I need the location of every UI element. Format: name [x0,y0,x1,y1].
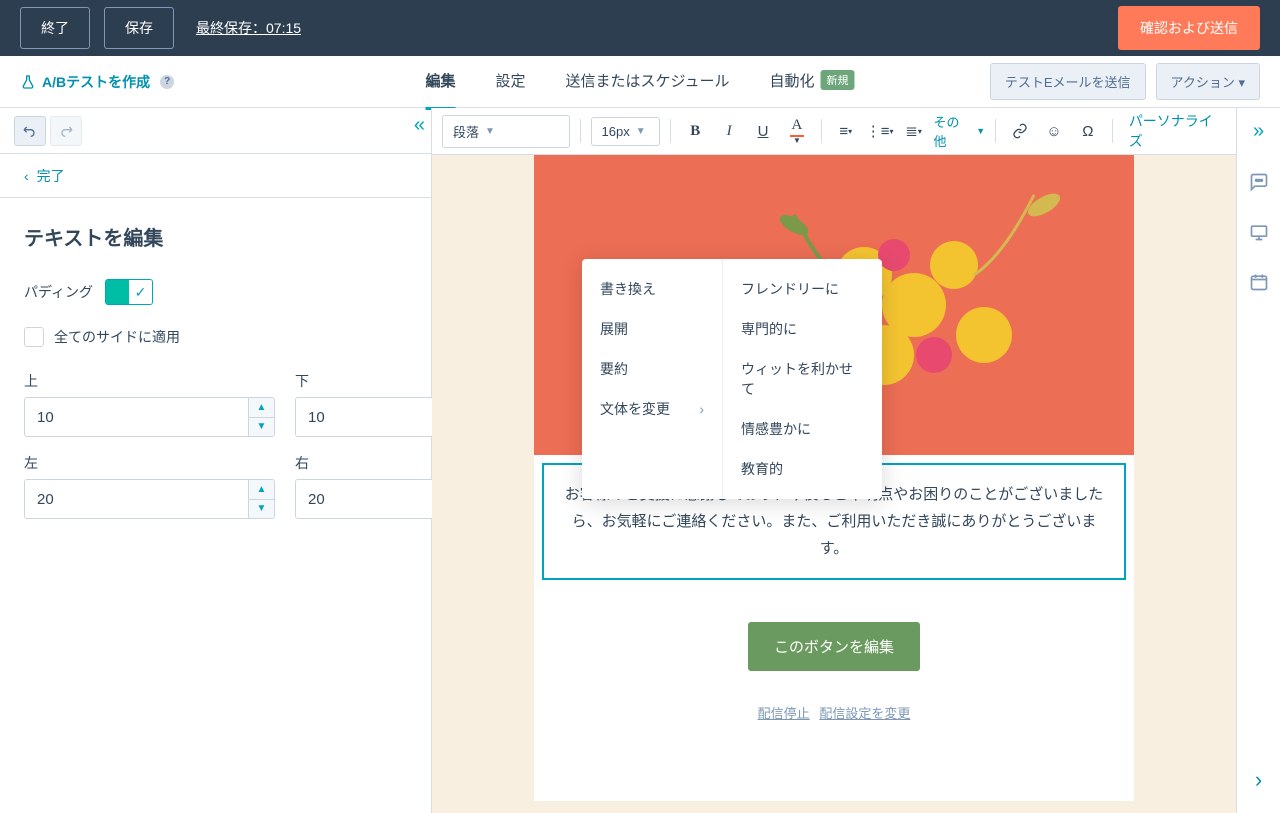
ctx-witty[interactable]: ウィットを利かせて [723,349,882,409]
apply-all-label: 全てのサイドに適用 [54,327,180,347]
stepper-down[interactable]: ▼ [249,418,274,437]
stepper-up[interactable]: ▲ [249,480,274,500]
save-button[interactable]: 保存 [104,7,174,49]
chevron-left-icon: ‹ [24,168,29,184]
ai-context-menu: 書き換え 展開 要約 文体を変更 › フレンドリーに 専門的に ウィットを利かせ… [582,259,882,499]
redo-button[interactable] [50,116,82,146]
new-badge: 新規 [821,70,855,90]
right-rail: » › [1236,108,1280,813]
personalize-link[interactable]: パーソナライズ [1129,111,1226,151]
collapse-left-icon[interactable]: « [414,114,425,137]
padding-left-input[interactable] [25,480,248,518]
rich-text-toolbar: 段落▼ 16px▼ B I U A▼ ≡▾ ⋮≡▾ ≣▾ その他 ▼ ☺ Ω パ… [432,108,1236,155]
undo-icon [22,123,38,139]
omega-button[interactable]: Ω [1074,117,1102,145]
cta-button[interactable]: このボタンを編集 [748,622,920,671]
email-footer: 配信停止 配信設定を変更 [534,695,1134,748]
link-icon [1012,123,1028,139]
editor-area: 段落▼ 16px▼ B I U A▼ ≡▾ ⋮≡▾ ≣▾ その他 ▼ ☺ Ω パ… [432,108,1236,813]
undo-redo-bar: « [0,108,431,154]
devices-icon[interactable] [1248,221,1270,243]
last-saved-text[interactable]: 最終保存：07:15 [196,18,301,38]
italic-button[interactable]: I [715,117,743,145]
comments-icon[interactable] [1248,171,1270,193]
more-dropdown[interactable]: その他 ▼ [933,112,985,150]
info-icon[interactable]: ? [160,75,174,89]
ctx-change-style[interactable]: 文体を変更 › [582,389,722,429]
emoji-button[interactable]: ☺ [1040,117,1068,145]
tab-automation[interactable]: 自動化 新規 [769,54,854,110]
calendar-icon[interactable] [1248,271,1270,293]
panel-title: テキストを編集 [24,222,407,251]
check-icon: ✓ [135,284,147,301]
number-list-button[interactable]: ≣▾ [900,117,928,145]
fontsize-select[interactable]: 16px▼ [591,117,661,146]
sub-nav: A/Bテストを作成 ? 編集 設定 送信またはスケジュール 自動化 新規 テスト… [0,56,1280,108]
text-color-button[interactable]: A▼ [783,117,811,145]
main-tabs: 編集 設定 送信またはスケジュール 自動化 新規 [426,54,855,110]
ctx-rewrite[interactable]: 書き換え [582,269,722,309]
ab-test-link[interactable]: A/Bテストを作成 ? [20,72,174,92]
tab-send-schedule[interactable]: 送信またはスケジュール [566,54,730,110]
stepper-up[interactable]: ▲ [249,398,274,418]
paragraph-select[interactable]: 段落▼ [442,115,570,148]
change-settings-link[interactable]: 配信設定を変更 [819,706,910,721]
exit-button[interactable]: 終了 [20,7,90,49]
ctx-educational[interactable]: 教育的 [723,449,882,489]
expand-right-icon[interactable]: » [1253,120,1264,143]
chevron-right-icon: › [699,401,704,417]
top-bar: 終了 保存 最終保存：07:15 確認および送信 [0,0,1280,56]
padding-top-label: 上 [24,371,275,391]
test-email-button[interactable]: テストEメールを送信 [990,63,1146,100]
padding-left-label: 左 [24,453,275,473]
underline-button[interactable]: U [749,117,777,145]
back-link[interactable]: ‹ 完了 [0,154,431,198]
ctx-emotional[interactable]: 情感豊かに [723,409,882,449]
next-arrow-icon[interactable]: › [1255,767,1262,793]
ctx-expand[interactable]: 展開 [582,309,722,349]
tab-edit[interactable]: 編集 [426,54,456,110]
padding-top-input[interactable] [25,398,248,436]
redo-icon [58,123,74,139]
ctx-friendly[interactable]: フレンドリーに [723,269,882,309]
padding-toggle[interactable]: ✓ [105,279,153,305]
stepper-down[interactable]: ▼ [249,500,274,519]
bullet-list-button[interactable]: ⋮≡▾ [866,117,894,145]
flask-icon [20,74,36,90]
link-button[interactable] [1006,117,1034,145]
align-button[interactable]: ≡▾ [832,117,860,145]
undo-button[interactable] [14,116,46,146]
padding-label: パディング [24,282,93,302]
tab-settings[interactable]: 設定 [496,54,526,110]
unsubscribe-link[interactable]: 配信停止 [758,706,810,721]
bold-button[interactable]: B [681,117,709,145]
apply-all-checkbox[interactable] [24,327,44,347]
confirm-send-button[interactable]: 確認および送信 [1118,6,1260,50]
actions-dropdown[interactable]: アクション ▾ [1156,63,1261,100]
ctx-professional[interactable]: 専門的に [723,309,882,349]
left-panel: « ‹ 完了 テキストを編集 パディング ✓ 全てのサイドに適用 上 [0,108,432,813]
ctx-summarize[interactable]: 要約 [582,349,722,389]
